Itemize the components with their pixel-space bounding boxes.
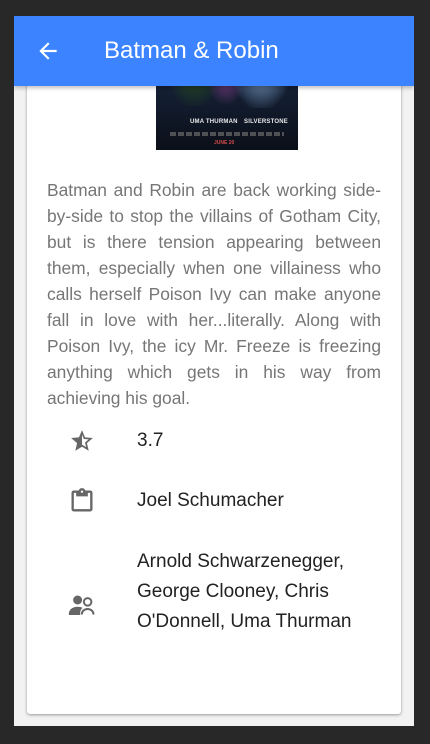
poster-fine-print [170,132,284,136]
scroll-content[interactable]: UMA THURMAN SILVERSTONE JUNE 20 Batman a… [14,16,414,726]
cast-list: Arnold Schwarzenegger, George Clooney, C… [137,551,352,632]
poster-credit-right: SILVERSTONE [244,119,288,125]
people-icon [67,590,97,620]
poster-release-date: JUNE 20 [214,140,235,146]
movie-detail-card: UMA THURMAN SILVERSTONE JUNE 20 Batman a… [27,16,401,714]
app-bar: Batman & Robin [14,16,414,86]
arrow-back-icon [39,42,57,60]
rating-value: 3.7 [137,430,164,451]
star-half-icon [67,426,97,456]
page-title: Batman & Robin [104,37,279,64]
cast-row: Arnold Schwarzenegger, George Clooney, C… [27,547,401,667]
director-row: Joel Schumacher [27,481,401,521]
director-name: Joel Schumacher [137,490,284,511]
poster-credit-left: UMA THURMAN [190,119,238,125]
clipboard-icon [67,486,97,516]
back-button[interactable] [30,33,66,69]
app-screen: UMA THURMAN SILVERSTONE JUNE 20 Batman a… [14,16,414,726]
rating-row: 3.7 [27,421,401,461]
movie-description: Batman and Robin are back working side-b… [47,180,381,408]
